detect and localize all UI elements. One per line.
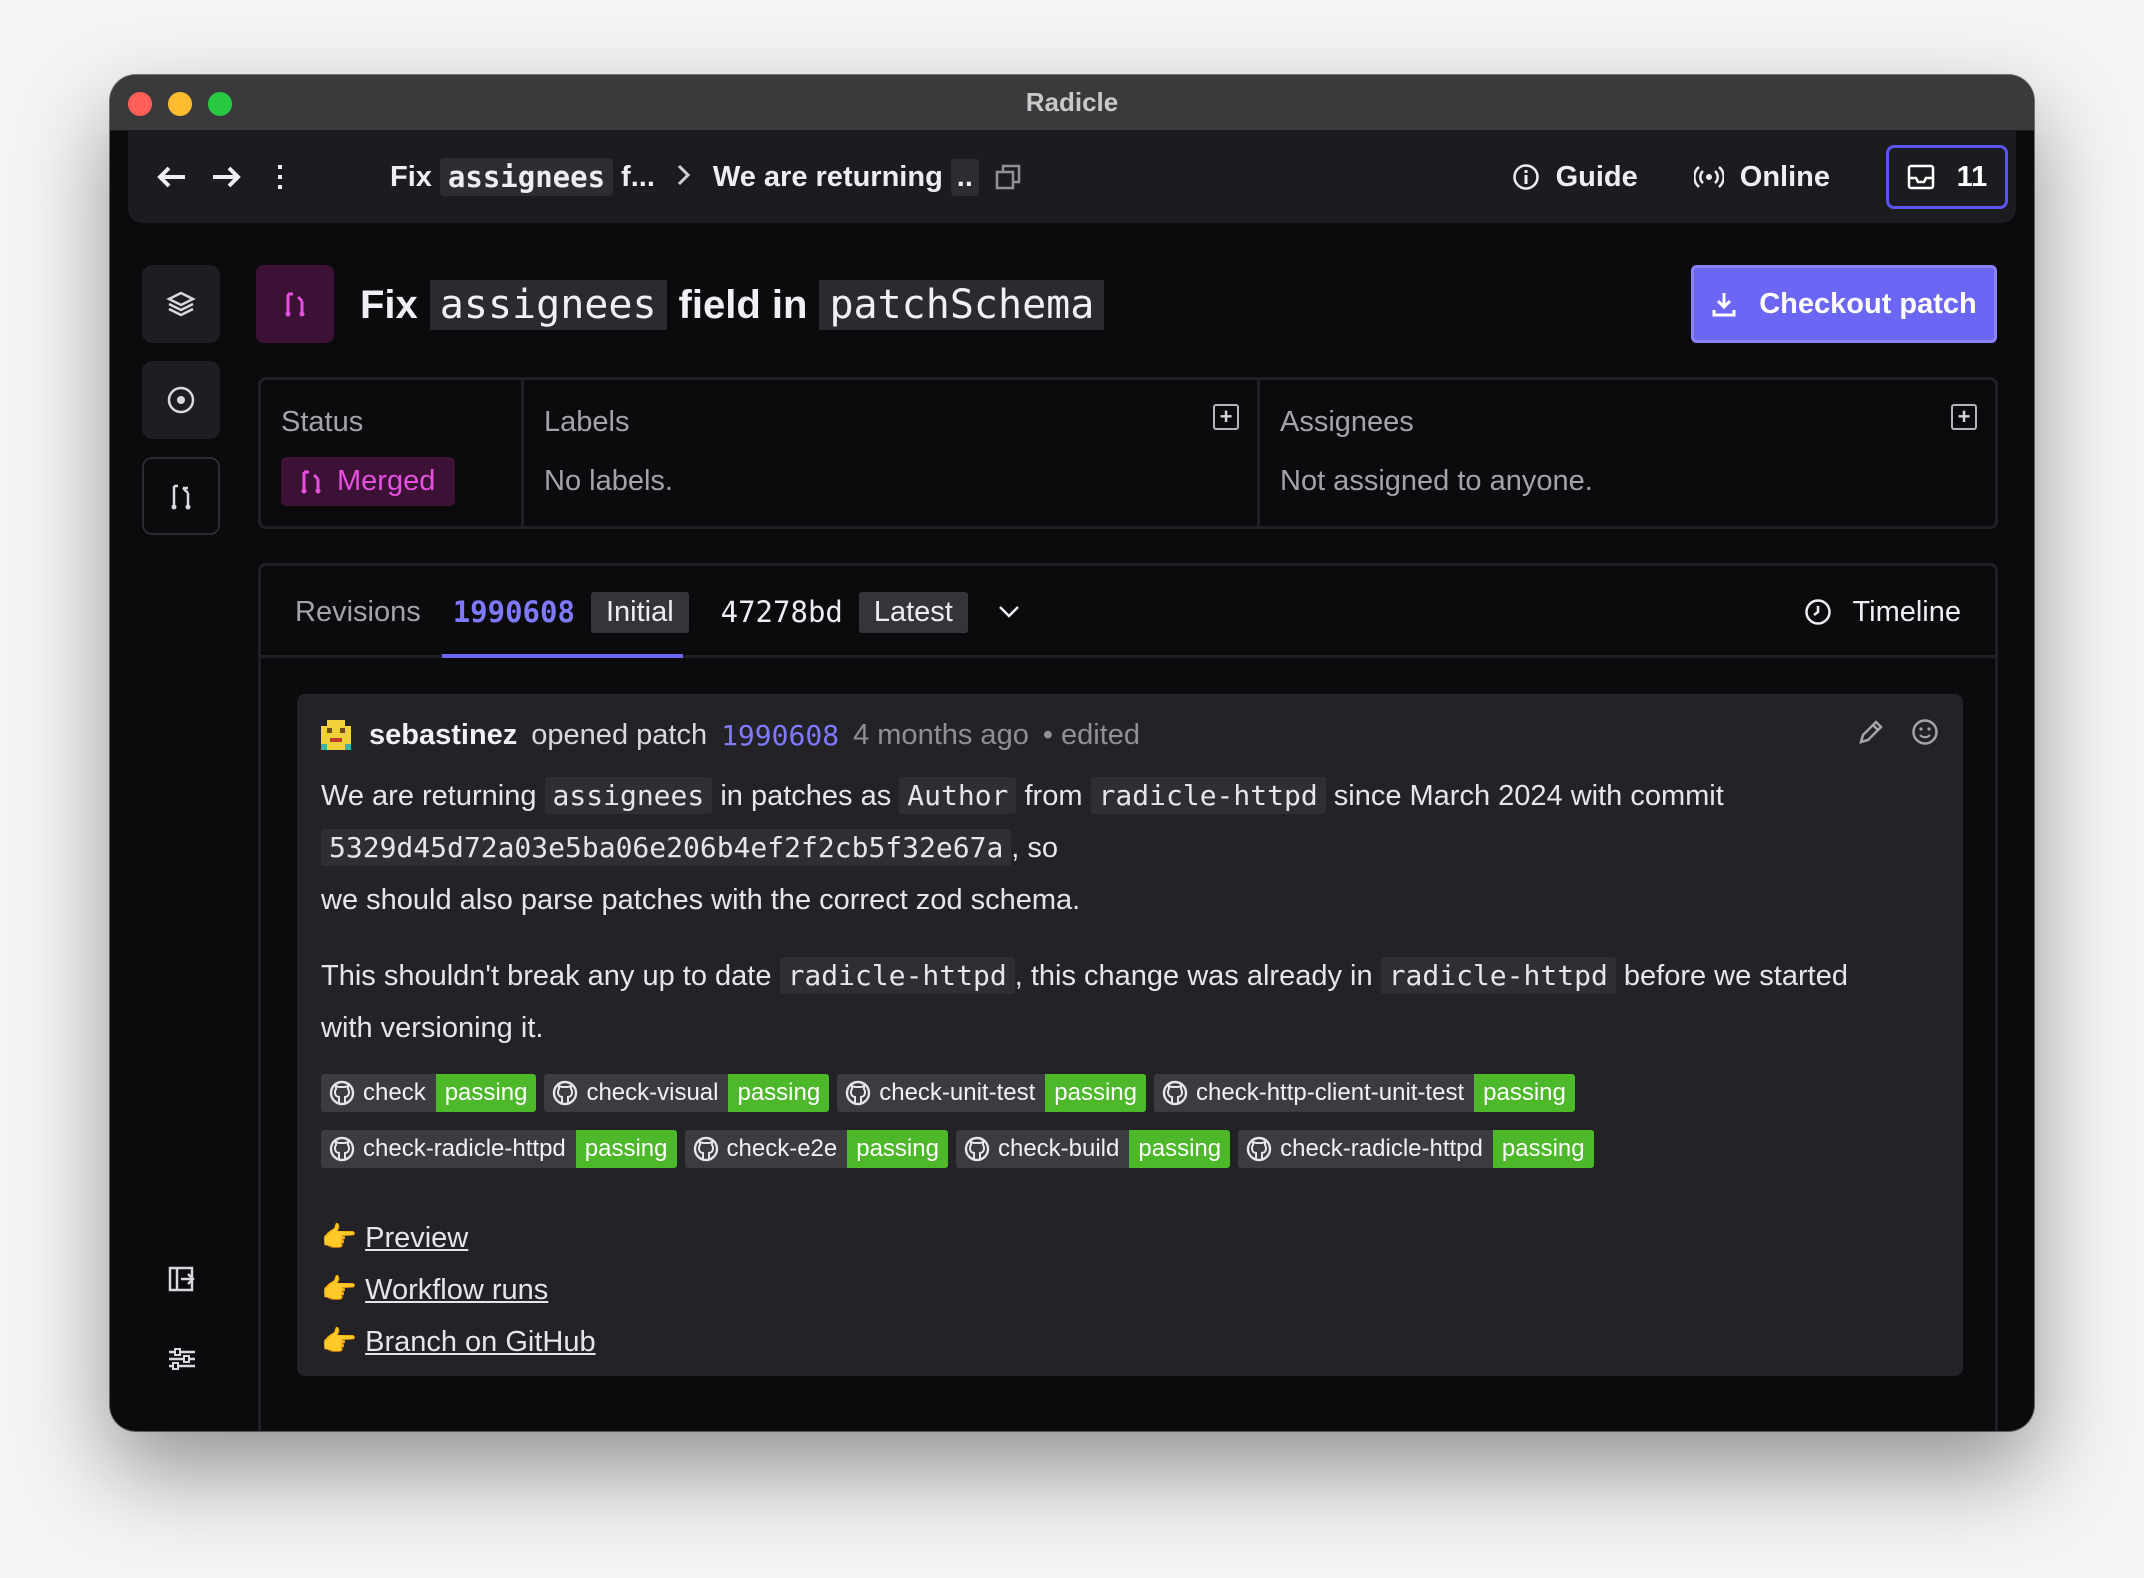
patch-merged-icon [301, 470, 321, 493]
ci-badge-check-e2e[interactable]: check-e2e passing [684, 1130, 948, 1168]
top-bar: Fix assignees f... We are returning .. G… [128, 131, 2016, 223]
ci-badge-check[interactable]: check passing [321, 1074, 537, 1112]
window-controls [128, 92, 232, 116]
sidebar-item-settings[interactable] [162, 1339, 202, 1379]
ci-badge-check-build[interactable]: check-build passing [955, 1130, 1231, 1168]
revisions-panel: Revisions 1990608 Initial 47278bd Latest… [258, 563, 1998, 1431]
comment-header: sebastinez opened patch 1990608 4 months… [321, 714, 1140, 756]
more-button[interactable] [256, 153, 304, 201]
close-window-button[interactable] [128, 92, 152, 116]
add-assignee-icon[interactable]: + [1951, 404, 1977, 430]
commit-hash: 5329d45d72a03e5ba06e206b4ef2f2cb5f32e67a [321, 829, 1012, 866]
github-icon [329, 1080, 355, 1106]
patch-icon [171, 484, 191, 510]
guide-button[interactable]: Guide [1512, 161, 1638, 194]
github-icon [1162, 1080, 1188, 1106]
comment-actions [1857, 718, 1939, 746]
workflow-runs-link[interactable]: Workflow runs [365, 1264, 548, 1316]
pointing-hand-icon: 👉 [321, 1326, 358, 1358]
github-icon [329, 1136, 355, 1162]
download-icon [1712, 293, 1736, 317]
github-icon [693, 1136, 718, 1162]
list-item: 👉 Preview [321, 1212, 596, 1264]
github-icon [964, 1136, 990, 1162]
online-status-button[interactable]: Online [1693, 161, 1830, 194]
back-button[interactable] [148, 153, 196, 201]
add-label-icon[interactable]: + [1213, 404, 1239, 430]
status-section: Status Merged [261, 380, 521, 526]
issue-icon [167, 386, 195, 414]
description-links: 👉 Preview 👉 Workflow runs 👉 Branch on Gi… [321, 1212, 596, 1368]
page-title: Fix assignees field in patchSchema [360, 275, 1105, 335]
chevron-down-icon[interactable] [998, 605, 1020, 619]
edit-pencil-icon[interactable] [1857, 718, 1885, 746]
sidebar-item-logout[interactable] [162, 1259, 202, 1299]
comment-timestamp: 4 months ago [853, 718, 1029, 751]
branch-on-github-link[interactable]: Branch on GitHub [365, 1316, 596, 1368]
labels-section: Labels No labels. + [521, 380, 1257, 526]
description-paragraph-2: This shouldn't break any up to date radi… [321, 957, 1848, 1044]
breadcrumb: Fix assignees f... We are returning .. [390, 131, 1021, 223]
avatar [321, 720, 351, 750]
revision-tabs: Revisions 1990608 Initial 47278bd Latest… [261, 566, 1995, 658]
app-window: Radicle Fix assignees f... We are return… [110, 75, 2034, 1431]
assignees-section: Assignees Not assigned to anyone. + [1257, 380, 1995, 526]
copy-icon[interactable] [995, 164, 1021, 190]
list-item: 👉 Workflow runs [321, 1264, 596, 1316]
sidebar-item-repos[interactable] [142, 265, 220, 343]
comment-author[interactable]: sebastinez [369, 719, 517, 752]
ci-badges-row-2: check-radicle-httpd passing check-e2e pa… [321, 1130, 1961, 1168]
active-tab-indicator [442, 654, 683, 658]
preview-link[interactable]: Preview [365, 1212, 468, 1264]
window-title: Radicle [1025, 87, 1119, 117]
tab-revision-latest[interactable]: 47278bd Latest [721, 591, 968, 633]
patch-merged-icon [285, 292, 305, 317]
description-paragraph-1: We are returning assignees in patches as… [321, 777, 1724, 916]
clock-icon [1805, 599, 1832, 625]
layers-icon [166, 291, 196, 317]
inbox-icon [1907, 164, 1934, 190]
arrow-left-icon [157, 166, 185, 188]
patch-metadata: Status Merged Labels No labels. + Assign… [258, 377, 1998, 529]
patch-description-card: sebastinez opened patch 1990608 4 months… [297, 694, 1963, 1376]
github-icon [553, 1080, 578, 1106]
info-icon [1512, 164, 1539, 190]
checkout-patch-button[interactable]: Checkout patch [1691, 265, 1997, 343]
chevron-right-icon [677, 161, 691, 194]
pointing-hand-icon: 👉 [321, 1274, 358, 1306]
title-bar: Radicle [110, 75, 2034, 131]
ci-badge-check-http-client-unit-test[interactable]: check-http-client-unit-test passing [1154, 1074, 1575, 1112]
github-icon [1246, 1136, 1272, 1162]
ci-badge-check-unit-test[interactable]: check-unit-test passing [837, 1074, 1147, 1112]
breadcrumb-patch[interactable]: Fix assignees f... [390, 158, 655, 196]
revision-link[interactable]: 1990608 [721, 719, 839, 752]
minimize-window-button[interactable] [168, 92, 192, 116]
ci-badge-check-radicle-httpd-2[interactable]: check-radicle-httpd passing [1238, 1130, 1594, 1168]
reaction-smiley-icon[interactable] [1911, 718, 1939, 746]
github-icon [846, 1080, 871, 1106]
more-vertical-icon [278, 165, 282, 189]
inbox-button[interactable]: 11 [1886, 145, 2008, 209]
zoom-window-button[interactable] [208, 92, 232, 116]
top-bar-actions: Guide Online 11 [1512, 131, 2016, 223]
ci-badges-row-1: check passing check-visual passing check… [321, 1074, 1961, 1112]
list-item: 👉 Branch on GitHub [321, 1316, 596, 1368]
sign-out-icon [168, 1266, 195, 1292]
sidebar-item-issues[interactable] [142, 361, 220, 439]
arrow-right-icon [213, 166, 241, 188]
pointing-hand-icon: 👉 [321, 1222, 358, 1254]
forward-button[interactable] [202, 153, 250, 201]
patch-status-icon [256, 265, 334, 343]
ci-badge-check-radicle-httpd[interactable]: check-radicle-httpd passing [321, 1130, 677, 1168]
tab-revision-initial[interactable]: 1990608 Initial [453, 591, 689, 633]
breadcrumb-revision[interactable]: We are returning .. [713, 158, 979, 196]
settings-sliders-icon [169, 1348, 195, 1370]
sidebar-item-patches[interactable] [142, 457, 220, 535]
status-badge: Merged [281, 457, 456, 506]
timeline-button[interactable]: Timeline [1804, 566, 1961, 658]
ci-badge-check-visual[interactable]: check-visual passing [544, 1074, 830, 1112]
broadcast-icon [1693, 166, 1724, 188]
